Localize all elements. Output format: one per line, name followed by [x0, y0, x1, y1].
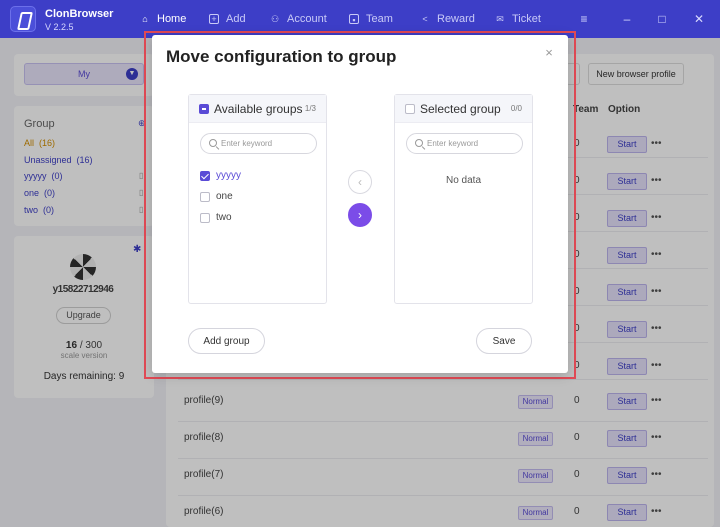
- select-all-selected-checkbox[interactable]: [405, 104, 415, 114]
- selected-group-count: 0/0: [510, 104, 522, 113]
- selected-group-title: Selected group: [420, 102, 501, 116]
- dialog-title: Move configuration to group: [166, 47, 397, 66]
- selected-group-header: Selected group 0/0: [395, 95, 532, 123]
- item-checkbox[interactable]: [200, 171, 210, 181]
- account-icon: ⚇: [270, 14, 280, 24]
- item-checkbox[interactable]: [200, 192, 210, 202]
- available-groups-count: 1/3: [304, 104, 316, 113]
- close-icon[interactable]: ×: [542, 45, 556, 60]
- add-group-button[interactable]: Add group: [188, 328, 265, 354]
- app-logo-icon: [10, 6, 36, 32]
- nav-home[interactable]: ⌂ Home: [140, 13, 186, 25]
- menu-icon[interactable]: ≡: [577, 12, 591, 26]
- home-icon: ⌂: [142, 14, 148, 24]
- nav-account-label: Account: [287, 13, 327, 25]
- app-version: V 2.2.5: [45, 22, 74, 32]
- selected-search-input[interactable]: [427, 137, 519, 150]
- nav-account[interactable]: ⚇ Account: [270, 13, 327, 25]
- minimize-icon[interactable]: –: [620, 12, 634, 26]
- move-right-button[interactable]: ›: [348, 203, 372, 227]
- close-window-icon[interactable]: ✕: [692, 12, 706, 26]
- nav-add-label: Add: [226, 13, 246, 25]
- nav-team[interactable]: ▪ Team: [349, 13, 393, 25]
- select-all-available-checkbox[interactable]: [199, 104, 209, 114]
- item-label: two: [216, 212, 232, 223]
- selected-group-list: Selected group 0/0 No data: [394, 94, 533, 304]
- save-button[interactable]: Save: [476, 328, 532, 354]
- available-groups-list: Available groups 1/3 yyyyy one two: [188, 94, 327, 304]
- nav-reward-label: Reward: [437, 13, 475, 25]
- ticket-icon: ✉: [496, 14, 504, 24]
- nav-team-label: Team: [366, 13, 393, 25]
- maximize-icon[interactable]: □: [655, 12, 669, 26]
- nav-add[interactable]: + Add: [209, 13, 246, 25]
- nav-reward[interactable]: < Reward: [420, 13, 475, 25]
- move-left-button[interactable]: ‹: [348, 170, 372, 194]
- nav-home-label: Home: [157, 13, 187, 25]
- nav-ticket-label: Ticket: [512, 13, 541, 25]
- item-label: yyyyy: [216, 170, 241, 181]
- empty-state-text: No data: [445, 175, 482, 186]
- item-label: one: [216, 191, 233, 202]
- nav-ticket[interactable]: ✉ Ticket: [495, 13, 541, 25]
- search-icon: [209, 139, 217, 147]
- share-icon: <: [422, 14, 428, 24]
- available-search-input[interactable]: [221, 137, 313, 150]
- available-search-box[interactable]: [200, 133, 317, 154]
- chevron-right-icon: ›: [358, 208, 362, 222]
- search-icon: [415, 139, 423, 147]
- available-groups-title: Available groups: [214, 102, 303, 116]
- move-to-group-dialog: Move configuration to group × Available …: [152, 35, 568, 373]
- available-groups-header: Available groups 1/3: [189, 95, 326, 123]
- selected-search-box[interactable]: [406, 133, 523, 154]
- item-checkbox[interactable]: [200, 213, 210, 223]
- team-icon: ▪: [349, 14, 359, 25]
- app-name: ClonBrowser: [45, 8, 114, 20]
- plus-icon: +: [209, 14, 219, 24]
- chevron-left-icon: ‹: [358, 175, 362, 189]
